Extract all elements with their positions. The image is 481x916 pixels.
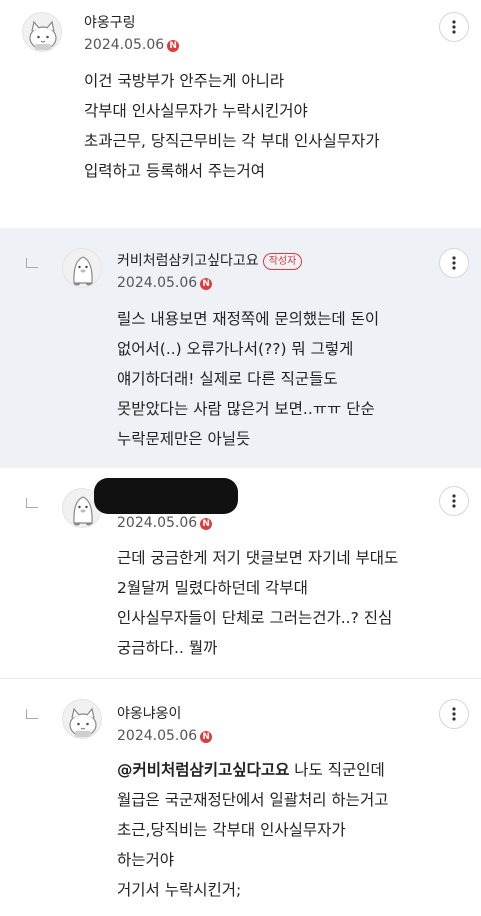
comment-line: 초근,당직비는 각부대 인사실무자가 [117,821,346,839]
nickname-text[interactable]: 커비처럼삼키고싶다고요 [117,253,259,269]
mention-link[interactable]: @커비처럼삼키고싶다고요 [117,761,289,779]
redacted-nickname [94,478,238,514]
comment-line: 궁금하다.. 뭘까 [117,639,218,657]
new-badge-icon: N [200,278,213,290]
more-options-button[interactable] [439,12,469,42]
reply-arrow-icon [26,709,38,719]
comment-line: 월급은 국군재정단에서 일괄처리 하는거고 [117,791,389,809]
comment-line: 누락문제만은 아닐듯 [117,430,251,448]
comment-line: 이건 국방부가 안주는게 아니라 [84,72,285,90]
comment-nickname[interactable]: 야옹구링 [84,12,136,32]
more-options-button[interactable] [439,248,469,278]
comment-line: 하는거야 [117,851,175,869]
author-badge: 작성자 [262,253,303,270]
comment-date: 2024.05.06 N [117,515,213,531]
comment-3-reply: 2024.05.06 N 근데 궁금한게 저기 댓글보면 자기네 부대도 2월달꺼… [0,468,481,678]
comment-line: 입력하고 등록해서 주는거여 [84,162,265,180]
comment-4-reply: 야옹냐옹이 2024.05.06 N @커비처럼삼키고싶다고요 나도 직군인데 월… [0,679,481,916]
comment-line: 릴스 내용보면 재정쪽에 문의했는데 돈이 [117,310,380,328]
comment-line-text: 나도 직군인데 [289,761,385,779]
comment-line: 얘기하더래! 실제로 다른 직군들도 [117,370,338,388]
avatar[interactable] [62,248,102,288]
more-vertical-icon [452,20,456,34]
avatar[interactable] [62,699,102,739]
avatar[interactable] [22,12,62,52]
date-text: 2024.05.06 [117,728,198,744]
comment-date: 2024.05.06 N [117,728,213,744]
comment-2-author-reply: 커비처럼삼키고싶다고요 작성자 2024.05.06 N 릴스 내용보면 재정쪽에 … [0,228,481,468]
date-text: 2024.05.06 [117,515,198,531]
comment-1: 야옹구링 2024.05.06 N 이건 국방부가 안주는게 아니라 각부대 인사… [0,0,481,210]
comment-nickname[interactable]: 야옹냐옹이 [117,703,181,723]
comment-line: 못받았다는 사람 많은거 보면..ㅠㅠ 단순 [117,400,375,418]
reply-arrow-icon [26,258,38,268]
more-options-button[interactable] [439,699,469,729]
more-vertical-icon [452,707,456,721]
date-text: 2024.05.06 [117,275,198,291]
more-vertical-icon [452,494,456,508]
comment-date: 2024.05.06 N [84,37,180,53]
comment-line: 인사실무자들이 단체로 그러는건가..? 진심 [117,609,393,627]
comment-nickname: 커비처럼삼키고싶다고요 작성자 [117,250,303,270]
comment-body: 릴스 내용보면 재정쪽에 문의했는데 돈이 없어서(..) 오류가나서(??) … [117,304,379,454]
date-text: 2024.05.06 [84,37,165,53]
penguin-avatar-icon [73,256,93,286]
cat-avatar-icon [69,707,97,737]
comment-line: 초과근무, 당직근무비는 각 부대 인사실무자가 [84,132,380,150]
comment-line: 각부대 인사실무자가 누락시킨거야 [84,102,308,120]
cat-avatar-icon [29,20,57,50]
comment-line: 2월달꺼 밀렸다하던데 각부대 [117,579,308,597]
reply-arrow-icon [26,498,38,508]
new-badge-icon: N [200,731,213,743]
comment-date: 2024.05.06 N [117,275,213,291]
new-badge-icon: N [167,40,180,52]
comment-body: @커비처럼삼키고싶다고요 나도 직군인데 월급은 국군재정단에서 일괄처리 하는… [117,755,388,905]
more-vertical-icon [452,256,456,270]
more-options-button[interactable] [439,486,469,516]
comment-body: 이건 국방부가 안주는게 아니라 각부대 인사실무자가 누락시킨거야 초과근무,… [84,66,380,186]
comment-line: @커비처럼삼키고싶다고요 나도 직군인데 [117,755,388,785]
comment-body: 근데 궁금한게 저기 댓글보면 자기네 부대도 2월달꺼 밀렸다하던데 각부대 … [117,543,398,663]
comment-line: 근데 궁금한게 저기 댓글보면 자기네 부대도 [117,549,399,567]
comment-line: 없어서(..) 오류가나서(??) 뭐 그렇게 [117,340,354,358]
new-badge-icon: N [200,518,213,530]
comment-line: 거기서 누락시킨거; [117,881,242,899]
